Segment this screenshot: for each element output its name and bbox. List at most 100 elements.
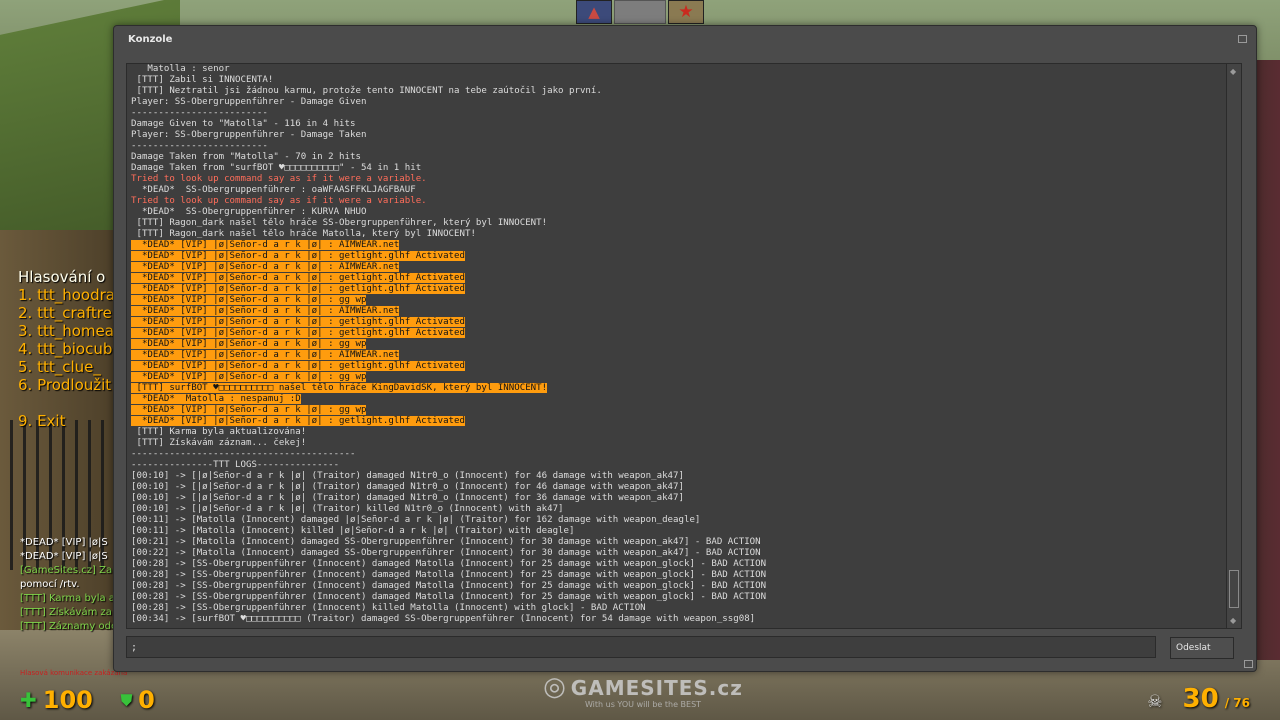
console-line-text: *DEAD* [VIP] |ø|Señor-d a r k |ø| : gg w… bbox=[131, 405, 367, 415]
vote-title: Hlasování o bbox=[18, 268, 106, 286]
console-line: *DEAD* [VIP] |ø|Señor-d a r k |ø| : AIMW… bbox=[131, 306, 766, 317]
console-line: [00:34] -> [surfBOT ♥□□□□□□□□□□ (Traitor… bbox=[131, 614, 766, 625]
console-line-text: ------------------------- bbox=[131, 108, 268, 118]
console-line-text: [00:22] -> [Matolla (Innocent) damaged S… bbox=[131, 548, 761, 558]
star-icon: ★ bbox=[668, 0, 704, 24]
vote-option[interactable]: 3. ttt_homea bbox=[18, 322, 115, 340]
console-line-text: *DEAD* [VIP] |ø|Señor-d a r k |ø| : AIMW… bbox=[131, 306, 400, 316]
vote-exit[interactable]: 9. Exit bbox=[18, 412, 115, 430]
console-line: Tried to look up command say as if it we… bbox=[131, 174, 766, 185]
console-line: [TTT] surfBOT ♥□□□□□□□□□□ našel tělo hrá… bbox=[131, 383, 766, 394]
terrorist-icon: ▲ bbox=[576, 0, 612, 24]
console-line: Player: SS-Obergruppenführer - Damage Ta… bbox=[131, 130, 766, 141]
console-line: [TTT] Neztratil jsi žádnou karmu, protož… bbox=[131, 86, 766, 97]
chat-line: [GameSites.cz] Za bbox=[20, 565, 113, 576]
console-line: *DEAD* [VIP] |ø|Señor-d a r k |ø| : gg w… bbox=[131, 295, 766, 306]
shield-icon: ⛊ bbox=[120, 691, 133, 709]
console-line: ---------------TTT LOGS--------------- bbox=[131, 460, 766, 471]
console-line-text: *DEAD* [VIP] |ø|Señor-d a r k |ø| : gg w… bbox=[131, 295, 367, 305]
console-line-text: *DEAD* [VIP] |ø|Señor-d a r k |ø| : gg w… bbox=[131, 339, 367, 349]
console-line: [TTT] Ragon_dark našel tělo hráče Matoll… bbox=[131, 229, 766, 240]
console-line: Player: SS-Obergruppenführer - Damage Gi… bbox=[131, 97, 766, 108]
scroll-thumb[interactable] bbox=[1229, 570, 1239, 608]
console-line: *DEAD* [VIP] |ø|Señor-d a r k |ø| : getl… bbox=[131, 273, 766, 284]
console-line: [00:28] -> [SS-Obergruppenführer (Innoce… bbox=[131, 592, 766, 603]
voice-status: Hlasová komunikace zakázána bbox=[20, 669, 128, 677]
console-line: Damage Given to "Matolla" - 116 in 4 hit… bbox=[131, 119, 766, 130]
console-line-text: [TTT] Ragon_dark našel tělo hráče Matoll… bbox=[131, 229, 476, 239]
console-line-text: ---------------TTT LOGS--------------- bbox=[131, 460, 340, 470]
console-line: *DEAD* [VIP] |ø|Señor-d a r k |ø| : getl… bbox=[131, 361, 766, 372]
console-line-text: Damage Given to "Matolla" - 116 in 4 hit… bbox=[131, 119, 356, 129]
console-line-text: Tried to look up command say as if it we… bbox=[131, 174, 427, 184]
console-line-text: [00:10] -> [|ø|Señor-d a r k |ø| (Traito… bbox=[131, 504, 564, 514]
command-input[interactable]: ; bbox=[126, 636, 1156, 658]
skull-icon: ☠ bbox=[1147, 692, 1163, 712]
scroll-up-icon[interactable]: ◆ bbox=[1230, 67, 1236, 76]
console-line-text: [00:10] -> [|ø|Señor-d a r k |ø| (Traito… bbox=[131, 493, 684, 503]
chat-feed: *DEAD* [VIP] |ø|S *DEAD* [VIP] |ø|S [Gam… bbox=[20, 536, 117, 634]
console-line: Tried to look up command say as if it we… bbox=[131, 196, 766, 207]
console-line-text: Damage Taken from "surfBOT ♥□□□□□□□□□□" … bbox=[131, 163, 422, 173]
vote-option[interactable]: 1. ttt_hoodra bbox=[18, 286, 115, 304]
console-line-text: *DEAD* [VIP] |ø|Señor-d a r k |ø| : getl… bbox=[131, 284, 465, 294]
resize-grip[interactable] bbox=[1244, 660, 1253, 668]
console-output[interactable]: Matolla : senor [TTT] Zabil si INNOCENTA… bbox=[126, 63, 1228, 629]
console-line-text: *DEAD* [VIP] |ø|Señor-d a r k |ø| : getl… bbox=[131, 328, 465, 338]
console-line-text: Player: SS-Obergruppenführer - Damage Gi… bbox=[131, 97, 367, 107]
chat-line: *DEAD* [VIP] |ø|S bbox=[20, 551, 108, 562]
logo-ring-icon: ◎ bbox=[543, 672, 567, 702]
console-line: [TTT] Karma byla aktualizována! bbox=[131, 427, 766, 438]
maximize-button[interactable] bbox=[1238, 35, 1247, 43]
console-line-text: [00:10] -> [|ø|Señor-d a r k |ø| (Traito… bbox=[131, 471, 684, 481]
console-line-text: Damage Taken from "Matolla" - 70 in 2 hi… bbox=[131, 152, 361, 162]
ammo-panel: ☠ 30 / 76 bbox=[1147, 684, 1250, 714]
console-line: [00:11] -> [Matolla (Innocent) killed |ø… bbox=[131, 526, 766, 537]
vote-option[interactable]: 4. ttt_biocub bbox=[18, 340, 115, 358]
console-line: Matolla : senor bbox=[131, 64, 766, 75]
console-line-text: Matolla : senor bbox=[131, 64, 230, 74]
console-line: Damage Taken from "Matolla" - 70 in 2 hi… bbox=[131, 152, 766, 163]
gamesites-logo: ◎ GAMESITES.cz With us YOU will be the BE… bbox=[543, 672, 742, 716]
console-line-text: [TTT] Získávám záznam... čekej! bbox=[131, 438, 307, 448]
chat-line: [TTT] Záznamy ode bbox=[20, 621, 118, 632]
console-line: *DEAD* SS-Obergruppenführer : KURVA NHUO bbox=[131, 207, 766, 218]
console-line: *DEAD* Matolla : nespamuj :D bbox=[131, 394, 766, 405]
console-line: *DEAD* [VIP] |ø|Señor-d a r k |ø| : getl… bbox=[131, 251, 766, 262]
console-line-text: [00:28] -> [SS-Obergruppenführer (Innoce… bbox=[131, 603, 646, 613]
console-line: ------------------------- bbox=[131, 141, 766, 152]
team-status: ▲ ★ bbox=[576, 0, 704, 24]
scrollbar[interactable]: ◆ ◆ bbox=[1226, 63, 1242, 629]
console-window[interactable]: Konzole Matolla : senor [TTT] Zabil si I… bbox=[113, 25, 1257, 672]
console-line-text: Tried to look up command say as if it we… bbox=[131, 196, 427, 206]
console-line-text: [TTT] Karma byla aktualizována! bbox=[131, 427, 307, 437]
chat-line: [TTT] Získávám za bbox=[20, 607, 112, 618]
console-line: *DEAD* [VIP] |ø|Señor-d a r k |ø| : getl… bbox=[131, 416, 766, 427]
console-line-text: *DEAD* [VIP] |ø|Señor-d a r k |ø| : AIMW… bbox=[131, 240, 400, 250]
console-line: *DEAD* [VIP] |ø|Señor-d a r k |ø| : gg w… bbox=[131, 372, 766, 383]
console-line-text: *DEAD* [VIP] |ø|Señor-d a r k |ø| : AIMW… bbox=[131, 262, 400, 272]
console-line-text: [00:11] -> [Matolla (Innocent) damaged |… bbox=[131, 515, 701, 525]
vote-option[interactable]: 2. ttt_craftre bbox=[18, 304, 115, 322]
logo-tagline: With us YOU will be the BEST bbox=[584, 700, 702, 709]
console-line-text: [TTT] Ragon_dark našel tělo hráče SS-Obe… bbox=[131, 218, 548, 228]
console-line: [00:11] -> [Matolla (Innocent) damaged |… bbox=[131, 515, 766, 526]
console-line: *DEAD* [VIP] |ø|Señor-d a r k |ø| : getl… bbox=[131, 317, 766, 328]
send-button[interactable]: Odeslat bbox=[1170, 637, 1234, 659]
console-line-text: ----------------------------------------… bbox=[131, 449, 356, 459]
console-line: [TTT] Zabil si INNOCENTA! bbox=[131, 75, 766, 86]
console-line: [00:28] -> [SS-Obergruppenführer (Innoce… bbox=[131, 559, 766, 570]
console-line: [00:10] -> [|ø|Señor-d a r k |ø| (Traito… bbox=[131, 504, 766, 515]
console-line: *DEAD* SS-Obergruppenführer : oaWFAASFFK… bbox=[131, 185, 766, 196]
vote-option[interactable]: 6. Prodloužit bbox=[18, 376, 115, 394]
console-line: *DEAD* [VIP] |ø|Señor-d a r k |ø| : AIMW… bbox=[131, 240, 766, 251]
console-line: Damage Taken from "surfBOT ♥□□□□□□□□□□" … bbox=[131, 163, 766, 174]
vote-option[interactable]: 5. ttt_clue_ bbox=[18, 358, 115, 376]
console-line-text: *DEAD* [VIP] |ø|Señor-d a r k |ø| : getl… bbox=[131, 361, 465, 371]
chat-line: pomocí /rtv. bbox=[20, 579, 80, 590]
console-line: [00:28] -> [SS-Obergruppenführer (Innoce… bbox=[131, 603, 766, 614]
scroll-down-icon[interactable]: ◆ bbox=[1230, 616, 1236, 625]
console-line: [00:10] -> [|ø|Señor-d a r k |ø| (Traito… bbox=[131, 482, 766, 493]
console-line: [TTT] Získávám záznam... čekej! bbox=[131, 438, 766, 449]
console-line: *DEAD* [VIP] |ø|Señor-d a r k |ø| : gg w… bbox=[131, 339, 766, 350]
